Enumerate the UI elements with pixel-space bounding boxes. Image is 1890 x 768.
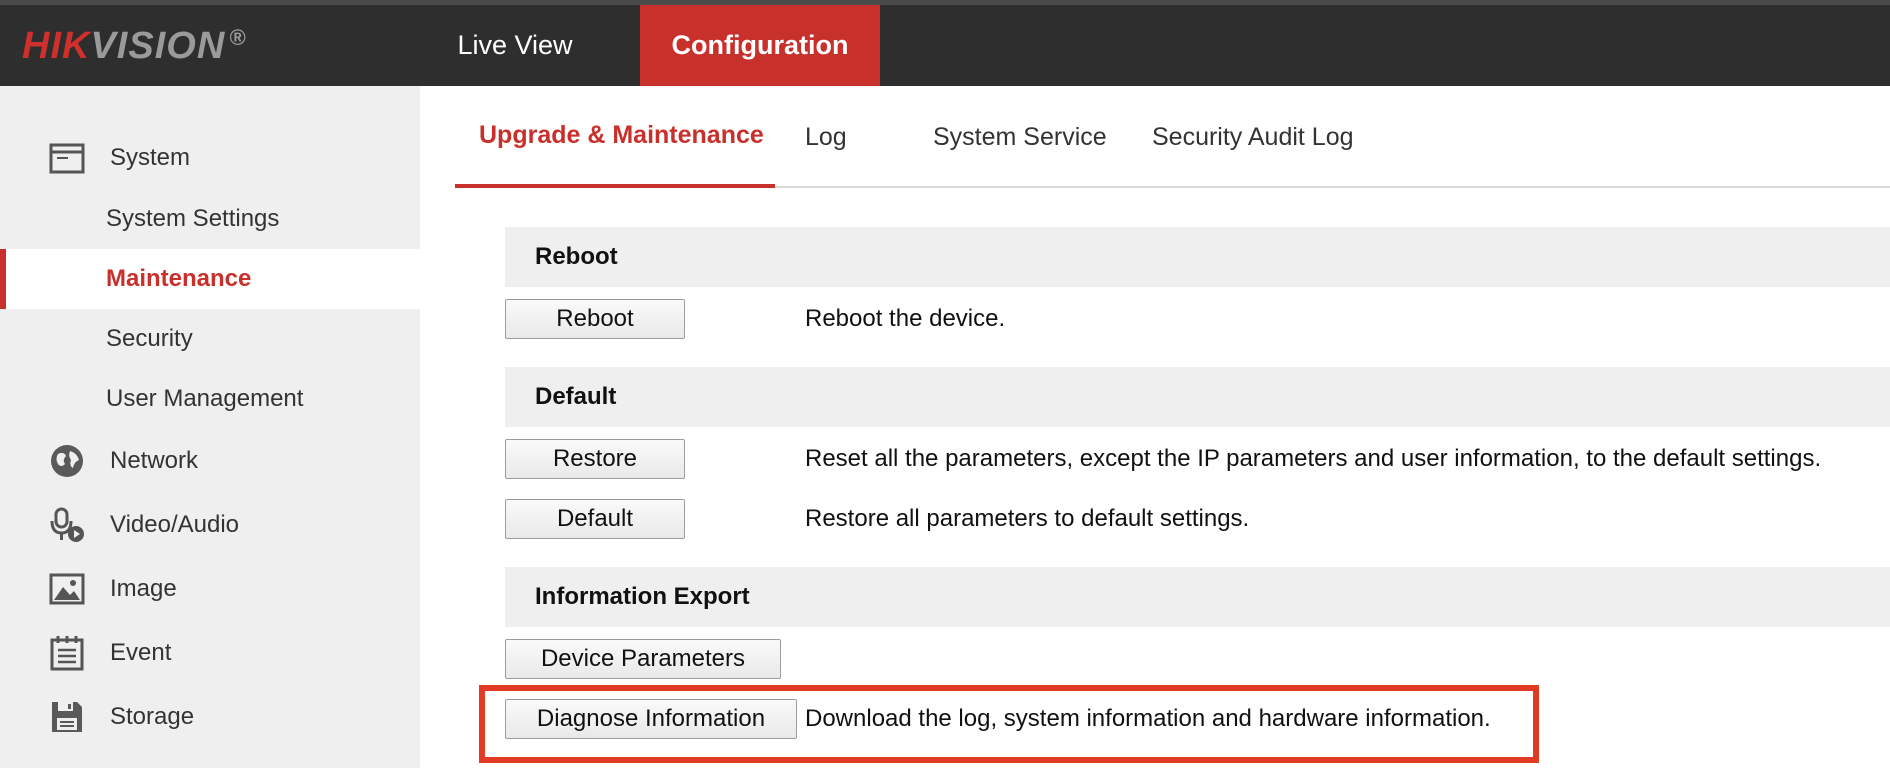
window-icon: [48, 139, 86, 177]
globe-icon: [48, 442, 86, 480]
restore-description: Reset all the parameters, except the IP …: [805, 445, 1822, 472]
logo-hik-text: HIK: [22, 25, 91, 67]
sidebar-item-label: Image: [110, 575, 177, 602]
main-content: Upgrade & Maintenance Log System Service…: [420, 86, 1890, 768]
sidebar-item-event[interactable]: Event: [0, 623, 420, 683]
calendar-icon: [48, 634, 86, 672]
tab-upgrade-maintenance[interactable]: Upgrade & Maintenance: [455, 86, 775, 188]
hikvision-logo: HIKVISION ®: [22, 25, 246, 68]
section-header-default: Default: [505, 367, 1890, 427]
highlight-box: [479, 685, 1539, 763]
sidebar-item-label: User Management: [106, 385, 304, 412]
default-button[interactable]: Default: [505, 499, 685, 539]
nav-live-view[interactable]: Live View: [430, 5, 600, 86]
sidebar-item-system-settings[interactable]: System Settings: [0, 189, 420, 249]
logo-registered-mark: ®: [229, 25, 247, 50]
sidebar-item-image[interactable]: Image: [0, 559, 420, 619]
sidebar-item-video-audio[interactable]: Video/Audio: [0, 495, 420, 555]
section-header-reboot: Reboot: [505, 227, 1890, 287]
sidebar-item-label: Storage: [110, 703, 195, 730]
image-icon: [48, 570, 86, 608]
device-parameters-button[interactable]: Device Parameters: [505, 639, 781, 679]
logo-vision-text: VISION: [90, 25, 226, 67]
sidebar-item-security[interactable]: Security: [0, 309, 420, 369]
sidebar-item-user-management[interactable]: User Management: [0, 369, 420, 429]
sidebar-item-network[interactable]: Network: [0, 431, 420, 491]
sidebar-item-label: Security: [106, 325, 193, 352]
tab-log[interactable]: Log: [805, 86, 847, 188]
reboot-description: Reboot the device.: [805, 305, 1006, 332]
sidebar-item-maintenance[interactable]: Maintenance: [0, 249, 420, 309]
tab-security-audit-log[interactable]: Security Audit Log: [1152, 86, 1354, 188]
sidebar-item-system[interactable]: System: [0, 128, 420, 188]
default-description: Restore all parameters to default settin…: [805, 505, 1250, 532]
sidebar-item-label: Maintenance: [106, 265, 252, 292]
restore-button[interactable]: Restore: [505, 439, 685, 479]
sub-tab-bar: Upgrade & Maintenance Log System Service…: [455, 86, 1890, 188]
top-bar: HIKVISION ® Live View Configuration: [0, 0, 1890, 86]
floppy-disk-icon: [48, 698, 86, 736]
sidebar-item-label: Network: [110, 447, 199, 474]
sidebar-item-label: System: [110, 144, 191, 171]
sidebar-item-label: Event: [110, 639, 172, 666]
reboot-button[interactable]: Reboot: [505, 299, 685, 339]
sidebar-item-storage[interactable]: Storage: [0, 687, 420, 747]
tab-system-service[interactable]: System Service: [933, 86, 1107, 188]
sidebar: System System Settings Maintenance Secur…: [0, 86, 420, 768]
section-header-information-export: Information Export: [505, 567, 1890, 627]
nav-configuration[interactable]: Configuration: [640, 5, 880, 86]
sidebar-item-label: Video/Audio: [110, 511, 239, 538]
microphone-icon: [48, 506, 86, 544]
sidebar-item-label: System Settings: [106, 205, 280, 232]
